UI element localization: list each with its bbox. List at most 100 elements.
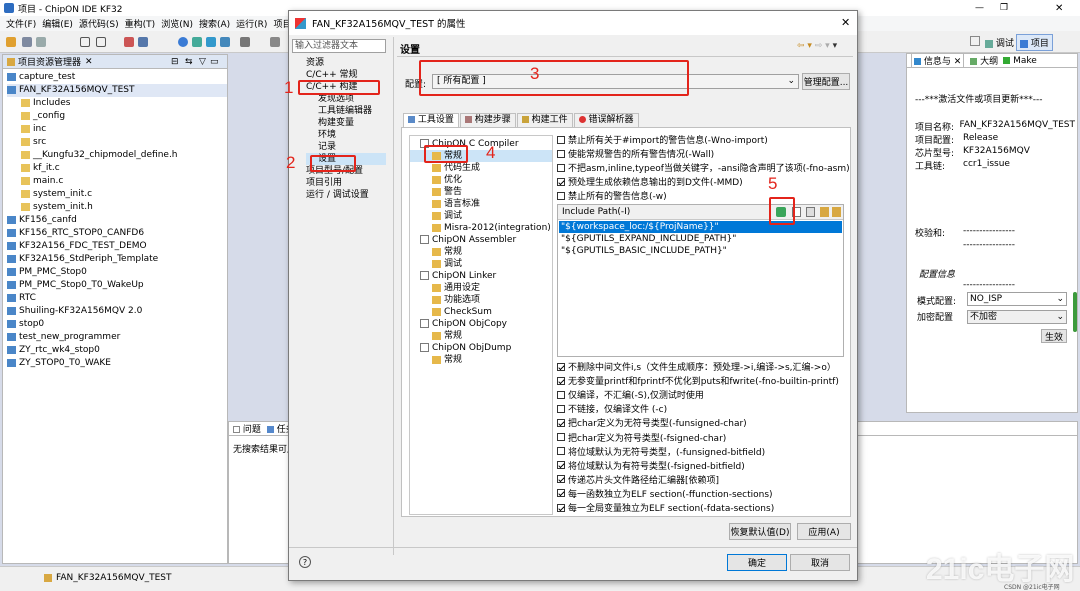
checkbox[interactable] — [557, 135, 565, 144]
nav-arrows[interactable]: ⇦ ▾ ⇨ ▾ ▾ — [797, 41, 837, 51]
option-checkbox[interactable]: 无参变量printf和fprintf不优化到puts和fwrite(-fno-b… — [557, 374, 839, 387]
tool-tree-item[interactable]: 调试 — [410, 210, 552, 222]
tree-item[interactable]: ZY_STOP0_T0_WAKE — [7, 357, 227, 370]
minimize-icon[interactable]: — — [975, 3, 984, 13]
option-checkbox[interactable]: 使能常规警告的所有警告情况(-Wall) — [557, 147, 714, 160]
nav-item[interactable]: 项目引用 — [306, 177, 386, 189]
checkbox[interactable] — [557, 418, 565, 427]
refresh-icon[interactable] — [192, 37, 202, 47]
tab-tool-settings[interactable]: 工具设置 — [403, 113, 459, 127]
menu-item[interactable]: 搜索(A) — [199, 17, 230, 30]
quick-access-icon[interactable] — [970, 36, 980, 46]
close-icon[interactable]: ✕ — [1055, 3, 1063, 14]
tool-tree-item[interactable]: ChipON ObjCopy — [410, 318, 552, 330]
build-all-icon[interactable] — [96, 37, 106, 47]
move-up-icon[interactable] — [820, 207, 829, 217]
encrypt-config-select[interactable]: 不加密 ⌄ — [967, 310, 1067, 324]
outline-tab[interactable]: 大纲 — [970, 54, 998, 67]
tool-tree-item[interactable]: Misra-2012(integration) — [410, 222, 552, 234]
tree-item[interactable]: __Kungfu32_chipmodel_define.h — [7, 149, 227, 162]
checkbox[interactable] — [557, 447, 565, 456]
checkbox[interactable] — [557, 362, 565, 371]
checkbox[interactable] — [557, 489, 565, 498]
menu-item[interactable]: 源代码(S) — [79, 17, 119, 30]
tree-item[interactable]: Includes — [7, 97, 227, 110]
option-checkbox[interactable]: 每一全局变量独立为ELF section(-fdata-sections) — [557, 501, 774, 514]
tree-item[interactable]: capture_test — [7, 71, 227, 84]
checkbox[interactable] — [557, 461, 565, 470]
tab-error-parsers[interactable]: 错误解析器 — [573, 113, 639, 127]
filter-input[interactable]: 输入过滤器文本 — [292, 39, 386, 53]
tool-tree-item[interactable]: 通用设定 — [410, 282, 552, 294]
checkbox[interactable] — [557, 503, 565, 512]
help-icon[interactable]: ? — [299, 556, 311, 568]
tool-tree-item[interactable]: 优化 — [410, 174, 552, 186]
manage-config-button[interactable]: 管理配置... — [802, 73, 850, 90]
checkbox[interactable] — [557, 177, 565, 186]
checkbox[interactable] — [557, 163, 565, 172]
option-checkbox[interactable]: 不删除中间文件i,s（文件生成顺序：预处理->i,编译->s,汇编->o） — [557, 360, 836, 373]
scrollbar[interactable] — [1073, 292, 1077, 332]
tree-item[interactable]: inc — [7, 123, 227, 136]
checkbox[interactable] — [557, 390, 565, 399]
make-tab[interactable]: Make — [1003, 56, 1037, 66]
option-checkbox[interactable]: 不链接，仅编译文件 (-c) — [557, 402, 667, 415]
option-checkbox[interactable]: 将位域默认为有符号类型(-fsigned-bitfield) — [557, 459, 745, 472]
option-checkbox[interactable]: 禁止所有的警告信息(-w) — [557, 189, 667, 202]
tool-tree-item[interactable]: ChipON Linker — [410, 270, 552, 282]
tool-tree-item[interactable]: 语言标准 — [410, 198, 552, 210]
checkbox[interactable] — [557, 404, 565, 413]
option-checkbox[interactable]: 传递芯片头文件路径给汇编器[依赖项] — [557, 473, 719, 486]
tree-item[interactable]: KF32A156_StdPeriph_Template — [7, 253, 227, 266]
tool-tree-item[interactable]: ChipON ObjDump — [410, 342, 552, 354]
option-checkbox[interactable]: 不把asm,inline,typeof当做关键字，-ansi隐含声明了该项(-f… — [557, 161, 850, 174]
tree-item[interactable]: stop0 — [7, 318, 227, 331]
tool-tree-item[interactable]: CheckSum — [410, 306, 552, 318]
tool-tree-item[interactable]: 警告 — [410, 186, 552, 198]
tree-item[interactable]: _config — [7, 110, 227, 123]
delete-path-icon[interactable] — [806, 207, 815, 217]
nav-item[interactable]: 工具链编辑器 — [306, 105, 386, 117]
checkbox[interactable] — [557, 376, 565, 385]
include-path-item[interactable]: "${workspace_loc:/${ProjName}}" — [559, 221, 842, 233]
checkbox[interactable] — [557, 191, 565, 200]
perspective-project[interactable]: 项目 — [1016, 34, 1053, 51]
tree-item[interactable]: RTC — [7, 292, 227, 305]
tool-tree-item[interactable]: 常规 — [410, 330, 552, 342]
tree-item[interactable]: system_init.h — [7, 201, 227, 214]
minimize-view-icon[interactable]: ▭ — [210, 57, 219, 67]
option-checkbox[interactable]: 预处理生成依赖信息输出的到D文件(-MMD) — [557, 175, 743, 188]
option-checkbox[interactable]: 把char定义为符号类型(-fsigned-char) — [557, 431, 726, 444]
tree-item[interactable]: Shuiling-KF32A156MQV 2.0 — [7, 305, 227, 318]
ok-button[interactable]: 确定 — [727, 554, 787, 571]
checkbox[interactable] — [557, 433, 565, 441]
tab-build-artifact[interactable]: 构建工件 — [516, 113, 573, 127]
tree-item[interactable]: PM_PMC_Stop0_T0_WakeUp — [7, 279, 227, 292]
save-icon[interactable] — [22, 37, 32, 47]
move-down-icon[interactable] — [832, 207, 841, 217]
tree-item[interactable]: kf_it.c — [7, 162, 227, 175]
checkbox[interactable] — [557, 149, 565, 158]
option-checkbox[interactable]: 仅编译，不汇编(-S),仅测试时使用 — [557, 388, 704, 401]
apply-config-button[interactable]: 生效 — [1041, 329, 1067, 343]
build-icon[interactable] — [80, 37, 90, 47]
menu-item[interactable]: 文件(F) — [6, 17, 36, 30]
mode-config-select[interactable]: NO_ISP ⌄ — [967, 292, 1067, 306]
brush-icon[interactable] — [138, 37, 148, 47]
option-checkbox[interactable]: 把char定义为无符号类型(-funsigned-char) — [557, 416, 747, 429]
menu-item[interactable]: 编辑(E) — [42, 17, 73, 30]
tree-item[interactable]: FAN_KF32A156MQV_TEST — [7, 84, 227, 97]
nav-item[interactable]: 运行 / 调试设置 — [306, 189, 386, 201]
debug-icon[interactable] — [220, 37, 230, 47]
tool-tree-item[interactable]: ChipON Assembler — [410, 234, 552, 246]
tree-item[interactable]: ZY_rtc_wk4_stop0 — [7, 344, 227, 357]
link-editor-icon[interactable]: ⇆ — [185, 57, 193, 67]
include-path-item[interactable]: "${GPUTILS_EXPAND_INCLUDE_PATH}" — [559, 233, 842, 245]
tree-item[interactable]: PM_PMC_Stop0 — [7, 266, 227, 279]
tool-tree-item[interactable]: 常规 — [410, 246, 552, 258]
tree-item[interactable]: KF32A156_FDC_TEST_DEMO — [7, 240, 227, 253]
tree-item[interactable]: main.c — [7, 175, 227, 188]
new-icon[interactable] — [6, 37, 16, 47]
tree-item[interactable]: src — [7, 136, 227, 149]
nav-item[interactable]: 记录 — [306, 141, 386, 153]
